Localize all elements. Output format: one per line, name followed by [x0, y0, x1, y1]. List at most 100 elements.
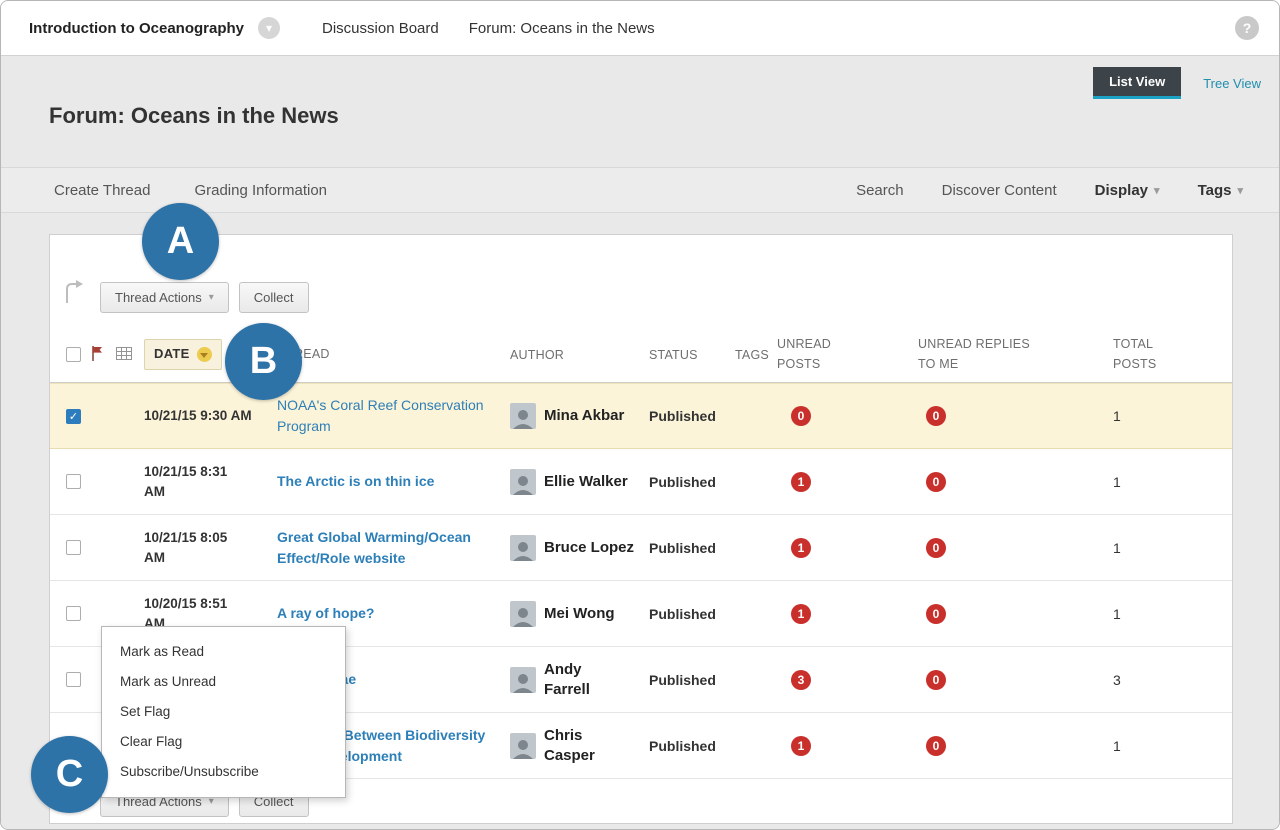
discover-content-button[interactable]: Discover Content	[942, 182, 1057, 199]
select-all-checkbox[interactable]	[66, 347, 81, 362]
help-icon: ?	[1243, 20, 1252, 36]
unread-posts-header-label: UNREAD POSTS	[777, 335, 847, 374]
grid-column-header	[116, 347, 144, 363]
thread-status: Published	[649, 408, 735, 424]
author-name: Bruce Lopez	[544, 538, 634, 558]
menu-item-mark-as-unread[interactable]: Mark as Unread	[102, 667, 345, 697]
chevron-down-icon: ▾	[266, 21, 272, 35]
total-posts-header-label: TOTAL POSTS	[1113, 335, 1165, 374]
course-menu-chevron-button[interactable]: ▾	[258, 17, 280, 39]
collect-label: Collect	[254, 290, 294, 305]
thread-status: Published	[649, 540, 735, 556]
row-checkbox[interactable]	[66, 672, 81, 687]
total-posts-count: 1	[1111, 540, 1232, 556]
author-avatar	[510, 403, 536, 429]
author-avatar	[510, 601, 536, 627]
thread-status: Published	[649, 474, 735, 490]
author-name: Mina Akbar	[544, 406, 624, 426]
table-row: 10/21/15 8:31AM The Arctic is on thin ic…	[50, 449, 1232, 515]
nav-forum-oceans[interactable]: Forum: Oceans in the News	[469, 20, 655, 37]
nav-discussion-board[interactable]: Discussion Board	[322, 20, 439, 37]
tree-view-button[interactable]: Tree View	[1203, 76, 1261, 91]
create-thread-button[interactable]: Create Thread	[54, 182, 150, 199]
menu-item-set-flag[interactable]: Set Flag	[102, 697, 345, 727]
thread-title-link[interactable]: Great Global Warming/OceanEffect/Role we…	[277, 527, 500, 569]
unread-replies-badge: 0	[926, 406, 946, 426]
unread-replies-badge: 0	[926, 538, 946, 558]
callout-b-badge: B	[225, 323, 302, 400]
total-posts-count: 3	[1111, 672, 1232, 688]
menu-item-subscribe-unsubscribe[interactable]: Subscribe/Unsubscribe	[102, 757, 345, 787]
unread-replies-badge: 0	[926, 604, 946, 624]
page-title: Forum: Oceans in the News	[49, 103, 339, 129]
grading-information-button[interactable]: Grading Information	[194, 182, 327, 199]
chevron-down-icon: ▾	[1154, 184, 1160, 197]
total-posts-count: 1	[1111, 474, 1232, 490]
row-checkbox[interactable]	[66, 540, 81, 555]
menu-item-clear-flag[interactable]: Clear Flag	[102, 727, 345, 757]
thread-title-link[interactable]: A ray of hope?	[277, 603, 500, 624]
author-name: Mei Wong	[544, 604, 615, 624]
thread-actions-context-menu: Mark as Read Mark as Unread Set Flag Cle…	[101, 626, 346, 798]
action-bar-right: Search Discover Content Display ▾ Tags ▾	[856, 182, 1243, 199]
author-avatar	[510, 733, 536, 759]
total-posts-count: 1	[1111, 408, 1232, 424]
status-header-label: STATUS	[649, 348, 698, 362]
date-column-sort-header[interactable]: DATE	[144, 339, 222, 370]
thread-status: Published	[649, 738, 735, 754]
unread-posts-badge: 1	[791, 472, 811, 492]
thread-date: 10/21/15 8:31AM	[144, 462, 277, 501]
total-posts-count: 1	[1111, 738, 1232, 754]
author-avatar	[510, 469, 536, 495]
unread-posts-badge: 1	[791, 538, 811, 558]
view-toggle: List View Tree View	[1093, 67, 1261, 99]
unread-replies-badge: 0	[926, 736, 946, 756]
action-bar-left: Create Thread Grading Information	[54, 182, 327, 199]
help-button[interactable]: ?	[1235, 16, 1259, 40]
thread-date: 10/21/15 8:05AM	[144, 528, 277, 567]
callout-c-badge: C	[31, 736, 108, 813]
unread-replies-badge: 0	[926, 670, 946, 690]
thread-actions-label: Thread Actions	[115, 290, 202, 305]
menu-item-mark-as-read[interactable]: Mark as Read	[102, 637, 345, 667]
flag-column-header	[90, 345, 116, 365]
check-icon: ✓	[69, 410, 78, 423]
tags-menu-button[interactable]: Tags ▾	[1198, 182, 1243, 199]
tags-label: Tags	[1198, 182, 1232, 199]
callout-a-badge: A	[142, 203, 219, 280]
row-checkbox[interactable]	[66, 606, 81, 621]
course-title: Introduction to Oceanography	[29, 20, 244, 37]
author-name: ChrisCasper	[544, 726, 595, 765]
total-posts-count: 1	[1111, 606, 1232, 622]
thread-status: Published	[649, 606, 735, 622]
unread-posts-badge: 1	[791, 604, 811, 624]
thread-status: Published	[649, 672, 735, 688]
display-menu-button[interactable]: Display ▾	[1095, 182, 1160, 199]
list-view-button[interactable]: List View	[1093, 67, 1181, 99]
author-name: AndyFarrell	[544, 660, 590, 699]
collect-button[interactable]: Collect	[239, 282, 309, 313]
thread-title-link[interactable]: NOAA's Coral Reef ConservationProgram	[277, 395, 500, 437]
row-checkbox[interactable]	[66, 474, 81, 489]
tags-header-label: TAGS	[735, 348, 769, 362]
date-header-label: DATE	[154, 345, 190, 364]
sort-descending-icon	[197, 347, 212, 362]
author-avatar	[510, 535, 536, 561]
unread-replies-header-label: UNREAD REPLIES TO ME	[918, 335, 1050, 374]
thread-date: 10/21/15 9:30 AM	[144, 406, 277, 426]
author-avatar	[510, 667, 536, 693]
thread-title-link[interactable]: The Arctic is on thin ice	[277, 471, 500, 492]
display-label: Display	[1095, 182, 1148, 199]
breadcrumb: Discussion Board Forum: Oceans in the Ne…	[322, 20, 655, 37]
thread-actions-button[interactable]: Thread Actions ▾	[100, 282, 229, 313]
row-checkbox[interactable]: ✓	[66, 409, 81, 424]
search-button[interactable]: Search	[856, 182, 904, 199]
elbow-arrow-icon	[62, 279, 84, 310]
flag-icon	[90, 345, 104, 362]
table-row: 10/21/15 8:05AM Great Global Warming/Oce…	[50, 515, 1232, 581]
chevron-down-icon: ▾	[1237, 184, 1243, 197]
unread-posts-badge: 3	[791, 670, 811, 690]
unread-posts-badge: 1	[791, 736, 811, 756]
author-header-label: AUTHOR	[510, 348, 564, 362]
browser-window: Introduction to Oceanography ▾ Discussio…	[0, 0, 1280, 830]
